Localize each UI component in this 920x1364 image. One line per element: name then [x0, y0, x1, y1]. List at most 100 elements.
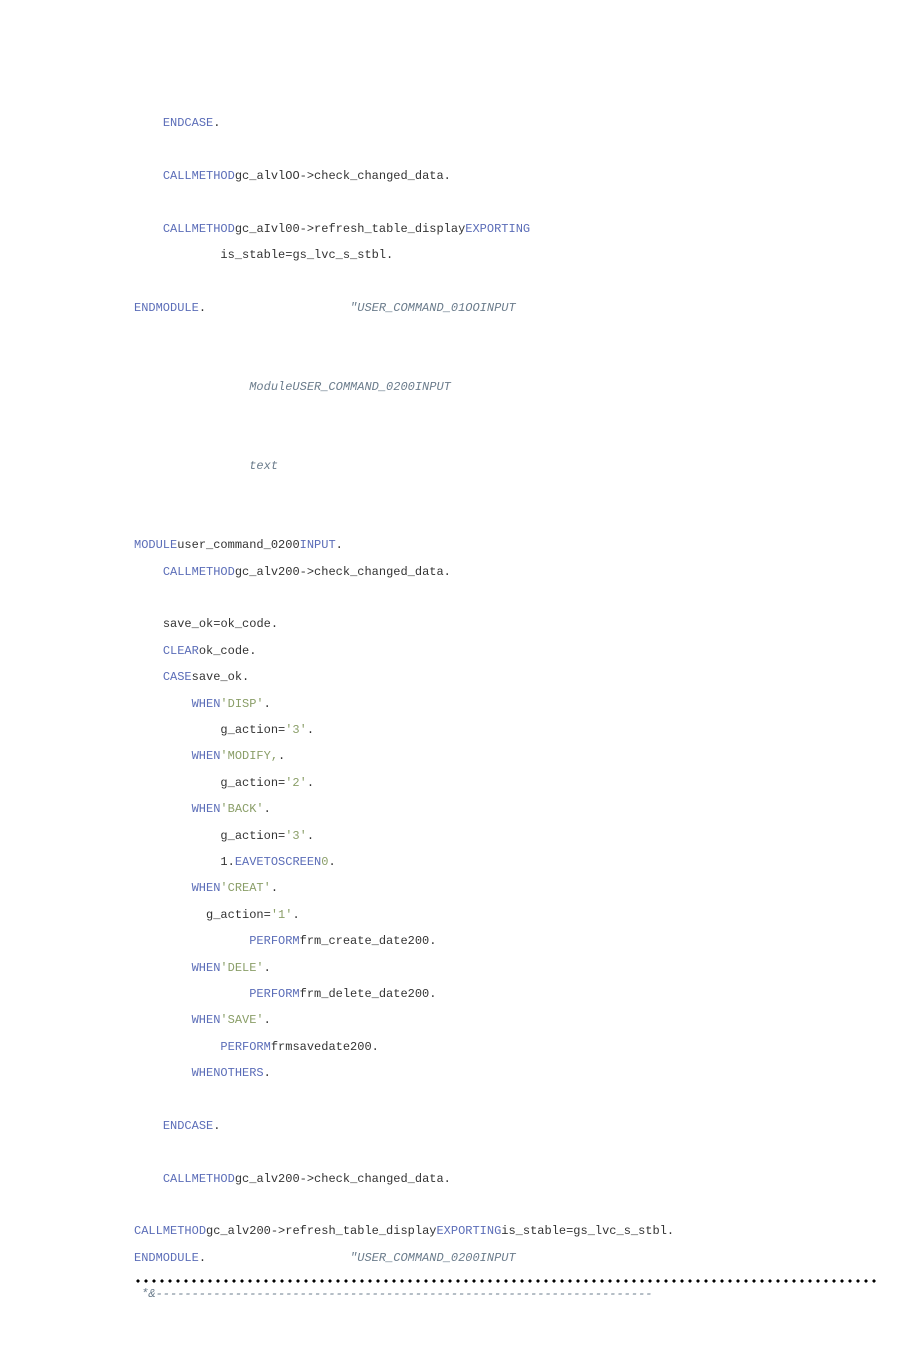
code-token: WHEN	[192, 697, 221, 711]
code-token: save_ok.	[192, 670, 250, 684]
code-token: ENDCASE	[163, 1119, 213, 1133]
code-token: =	[264, 908, 271, 922]
code-token: EXPORTING	[465, 222, 530, 236]
code-token: ENDMODULE	[134, 301, 199, 315]
code-token: .	[307, 776, 314, 790]
code-token: CASE	[163, 670, 192, 684]
code-line	[134, 400, 880, 426]
code-token: WHEN	[192, 749, 221, 763]
code-line	[134, 427, 880, 453]
code-token: PERFORM	[249, 987, 299, 1001]
code-token: save_ok	[163, 617, 213, 631]
code-token: .	[307, 723, 314, 737]
code-token: gc_alv200->check_changed_data.	[235, 565, 451, 579]
code-line: CALLMETHODgc_alv200->check_changed_data.	[134, 1166, 880, 1192]
code-token: "USER_COMMAND_0200INPUT	[350, 1251, 516, 1265]
code-token: .	[271, 881, 278, 895]
code-token: ENDMODULE	[134, 1251, 199, 1265]
code-token: .	[264, 802, 271, 816]
code-line: CALLMETHODgc_alv200->refresh_table_displ…	[134, 1218, 880, 1244]
code-token: frm_create_date200.	[300, 934, 437, 948]
code-line: CASEsave_ok.	[134, 664, 880, 690]
code-line	[134, 321, 880, 347]
code-line: CALLMETHODgc_alvlOO->check_changed_data.	[134, 163, 880, 189]
code-token: 'DELE'	[220, 961, 263, 975]
code-line: PERFORMfrm_delete_date200.	[134, 981, 880, 1007]
code-token: 'BACK'	[220, 802, 263, 816]
code-token: METHOD	[192, 565, 235, 579]
code-token: CALL	[163, 1172, 192, 1186]
code-token: METHOD	[192, 169, 235, 183]
code-token: user_command_0200	[177, 538, 299, 552]
code-token: CALL	[163, 222, 192, 236]
code-line: CALLMETHODgc_alv200->check_changed_data.	[134, 559, 880, 585]
code-line: ENDCASE.	[134, 110, 880, 136]
code-token: MODULE	[134, 538, 177, 552]
code-line	[134, 189, 880, 215]
code-token: gs_lvc_s_stbl.	[292, 248, 393, 262]
code-token: .	[307, 829, 314, 843]
code-line: WHEN'DISP'.	[134, 691, 880, 717]
code-token: OTHERS	[220, 1066, 263, 1080]
code-token: WHEN	[192, 961, 221, 975]
code-line: ENDMODULE. "USER_COMMAND_0200INPUT	[134, 1245, 880, 1271]
code-token: 1.	[220, 855, 234, 869]
code-token: .	[328, 855, 335, 869]
code-token: WHEN	[192, 802, 221, 816]
code-token: TO	[264, 855, 278, 869]
code-token: "USER_COMMAND_01OOINPUT	[350, 301, 516, 315]
code-token: ENDCASE	[163, 116, 213, 130]
code-line: WHEN'DELE'.	[134, 955, 880, 981]
code-line: WHEN'CREAT'.	[134, 875, 880, 901]
code-token: METHOD	[163, 1224, 206, 1238]
code-token: INPUT	[300, 538, 336, 552]
code-token: .	[292, 908, 299, 922]
code-token: WHEN	[192, 1013, 221, 1027]
code-line	[134, 136, 880, 162]
code-token: ModuleUSER_COMMAND_0200INPUT	[249, 380, 451, 394]
code-token: PERFORM	[220, 1040, 270, 1054]
code-line: g_action='3'.	[134, 717, 880, 743]
code-line	[134, 268, 880, 294]
code-token: CALL	[134, 1224, 163, 1238]
code-token: gc_alv200->check_changed_data.	[235, 1172, 451, 1186]
code-token: 'MODIFY,	[220, 749, 278, 763]
code-token: g_action	[220, 723, 278, 737]
code-line: g_action='3'.	[134, 823, 880, 849]
code-line	[134, 1086, 880, 1112]
dotted-separator	[134, 1277, 880, 1285]
code-token: gs_lvc_s_stbl.	[573, 1224, 674, 1238]
code-token: frm_delete_date200.	[300, 987, 437, 1001]
code-token: .	[213, 1119, 220, 1133]
code-token: METHOD	[192, 1172, 235, 1186]
code-line: ENDCASE.	[134, 1113, 880, 1139]
code-token: CALL	[163, 169, 192, 183]
code-token: is_stable	[501, 1224, 566, 1238]
code-line	[134, 479, 880, 505]
code-token: frmsavedate200.	[271, 1040, 379, 1054]
code-token: PERFORM	[249, 934, 299, 948]
code-token: '3'	[285, 829, 307, 843]
code-token: text	[249, 459, 278, 473]
code-token: '3'	[285, 723, 307, 737]
code-line: is_stable=gs_lvc_s_stbl.	[134, 242, 880, 268]
code-block: ENDCASE. CALLMETHODgc_alvlOO->check_chan…	[0, 110, 920, 1271]
code-line: WHEN'MODIFY,.	[134, 743, 880, 769]
code-token: ok_code.	[220, 617, 278, 631]
code-token: gc_alvlOO->check_changed_data.	[235, 169, 451, 183]
code-token: .	[264, 1066, 271, 1080]
code-line	[134, 506, 880, 532]
code-line: WHEN'BACK'.	[134, 796, 880, 822]
code-token: .	[278, 749, 285, 763]
code-line: text	[134, 453, 880, 479]
code-token: WHEN	[192, 1066, 221, 1080]
code-token: CALL	[163, 565, 192, 579]
comment-divider: *&--------------------------------------…	[0, 1285, 920, 1304]
code-token: EAVE	[235, 855, 264, 869]
code-line	[134, 1139, 880, 1165]
code-token: EXPORTING	[436, 1224, 501, 1238]
code-line: WHEN'SAVE'.	[134, 1007, 880, 1033]
code-token: 'CREAT'	[220, 881, 270, 895]
code-token: g_action	[206, 908, 264, 922]
code-line	[134, 585, 880, 611]
